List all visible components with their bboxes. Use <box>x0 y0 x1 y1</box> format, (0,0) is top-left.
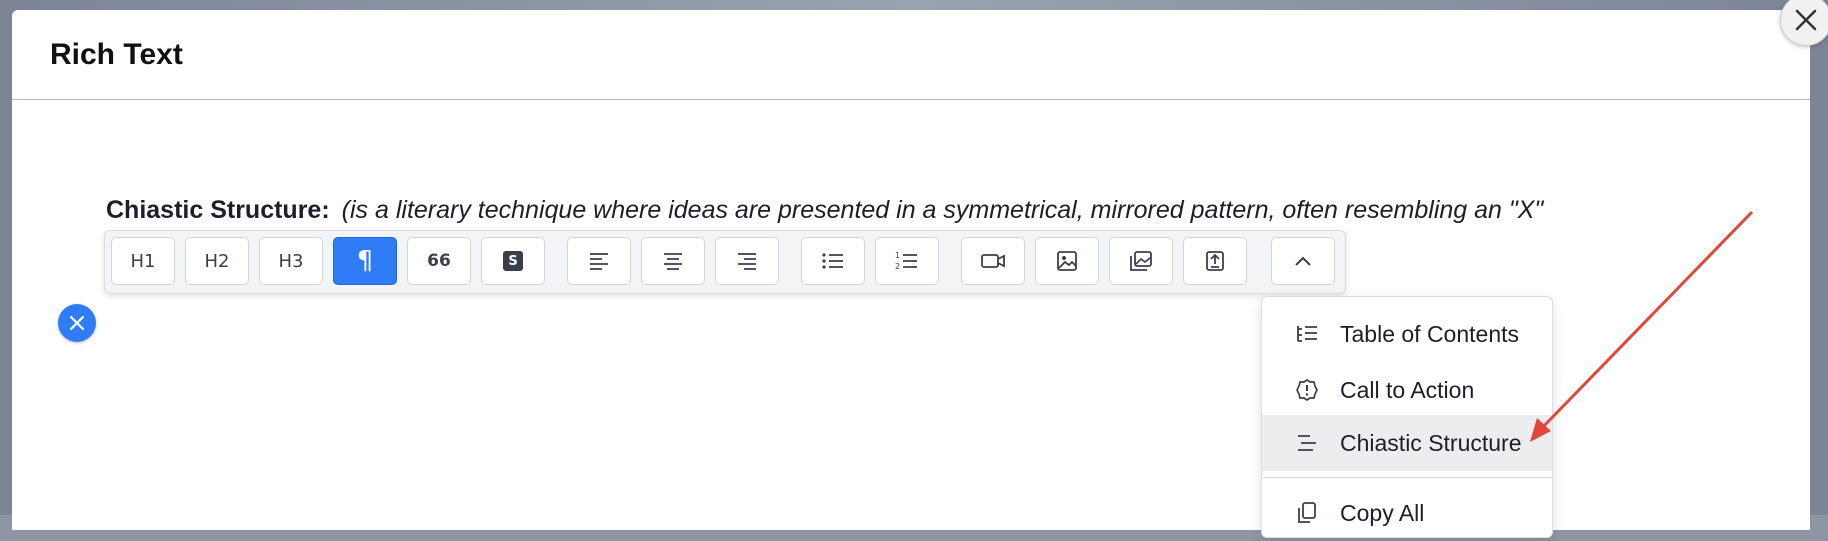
editor-text-line[interactable]: Chiastic Structure: (is a literary techni… <box>106 196 1543 225</box>
svg-text:1: 1 <box>895 251 900 260</box>
close-icon <box>69 315 85 331</box>
menu-item-label: Chiastic Structure <box>1340 429 1522 456</box>
align-right-button[interactable] <box>715 237 779 285</box>
editor-label: Chiastic Structure: <box>106 196 330 224</box>
paragraph-icon: ¶ <box>356 246 374 276</box>
editor-description: (is a literary technique where ideas are… <box>341 196 1544 224</box>
call-to-action-icon <box>1294 377 1320 403</box>
numbered-list-icon: 12 <box>895 251 917 271</box>
editor-toolbar: H1 H2 H3 ¶ 66 S 12 <box>104 230 1346 294</box>
quote-icon: 66 <box>427 251 451 271</box>
remove-block-button[interactable] <box>58 304 96 342</box>
close-icon <box>1795 9 1817 31</box>
gallery-icon <box>1130 251 1152 271</box>
gallery-button[interactable] <box>1109 237 1173 285</box>
image-button[interactable] <box>1035 237 1099 285</box>
more-options-toggle[interactable] <box>1271 237 1335 285</box>
modal-title: Rich Text <box>50 37 183 71</box>
heading-2-icon: H2 <box>204 250 230 272</box>
heading-3-icon: H3 <box>278 250 304 272</box>
menu-item-table-of-contents[interactable]: Table of Contents <box>1262 306 1552 362</box>
align-center-button[interactable] <box>641 237 705 285</box>
numbered-list-button[interactable]: 12 <box>875 237 939 285</box>
strikethrough-icon: S <box>503 251 523 271</box>
menu-item-call-to-action[interactable]: Call to Action <box>1262 362 1552 418</box>
align-center-icon <box>664 253 682 270</box>
chiastic-structure-icon <box>1294 430 1320 456</box>
menu-divider <box>1262 477 1552 478</box>
modal-header: Rich Text <box>12 10 1810 100</box>
menu-item-label: Copy All <box>1340 499 1425 526</box>
paragraph-button[interactable]: ¶ <box>333 237 397 285</box>
table-of-contents-icon <box>1294 321 1320 347</box>
menu-item-label: Call to Action <box>1340 376 1475 403</box>
copy-icon <box>1294 500 1320 526</box>
strikethrough-letter: S <box>508 253 518 269</box>
chevron-up-icon <box>1295 256 1311 266</box>
menu-item-copy-all[interactable]: Copy All <box>1262 485 1552 541</box>
heading-1-button[interactable]: H1 <box>111 237 175 285</box>
video-button[interactable] <box>961 237 1025 285</box>
upload-button[interactable] <box>1183 237 1247 285</box>
align-left-button[interactable] <box>567 237 631 285</box>
video-icon <box>981 254 1005 268</box>
strikethrough-button[interactable]: S <box>481 237 545 285</box>
svg-text:2: 2 <box>895 262 900 271</box>
menu-item-label: Table of Contents <box>1340 320 1520 347</box>
align-right-icon <box>738 253 756 270</box>
heading-1-icon: H1 <box>130 250 156 272</box>
image-icon <box>1057 251 1077 271</box>
quote-button[interactable]: 66 <box>407 237 471 285</box>
menu-item-chiastic-structure[interactable]: Chiastic Structure <box>1262 415 1552 471</box>
bullet-list-button[interactable] <box>801 237 865 285</box>
heading-2-button[interactable]: H2 <box>185 237 249 285</box>
bullet-list-icon <box>822 253 843 269</box>
more-options-dropdown: Table of Contents Call to Action Chiasti… <box>1261 296 1553 538</box>
heading-3-button[interactable]: H3 <box>259 237 323 285</box>
upload-icon <box>1206 251 1224 271</box>
align-left-icon <box>590 253 608 270</box>
